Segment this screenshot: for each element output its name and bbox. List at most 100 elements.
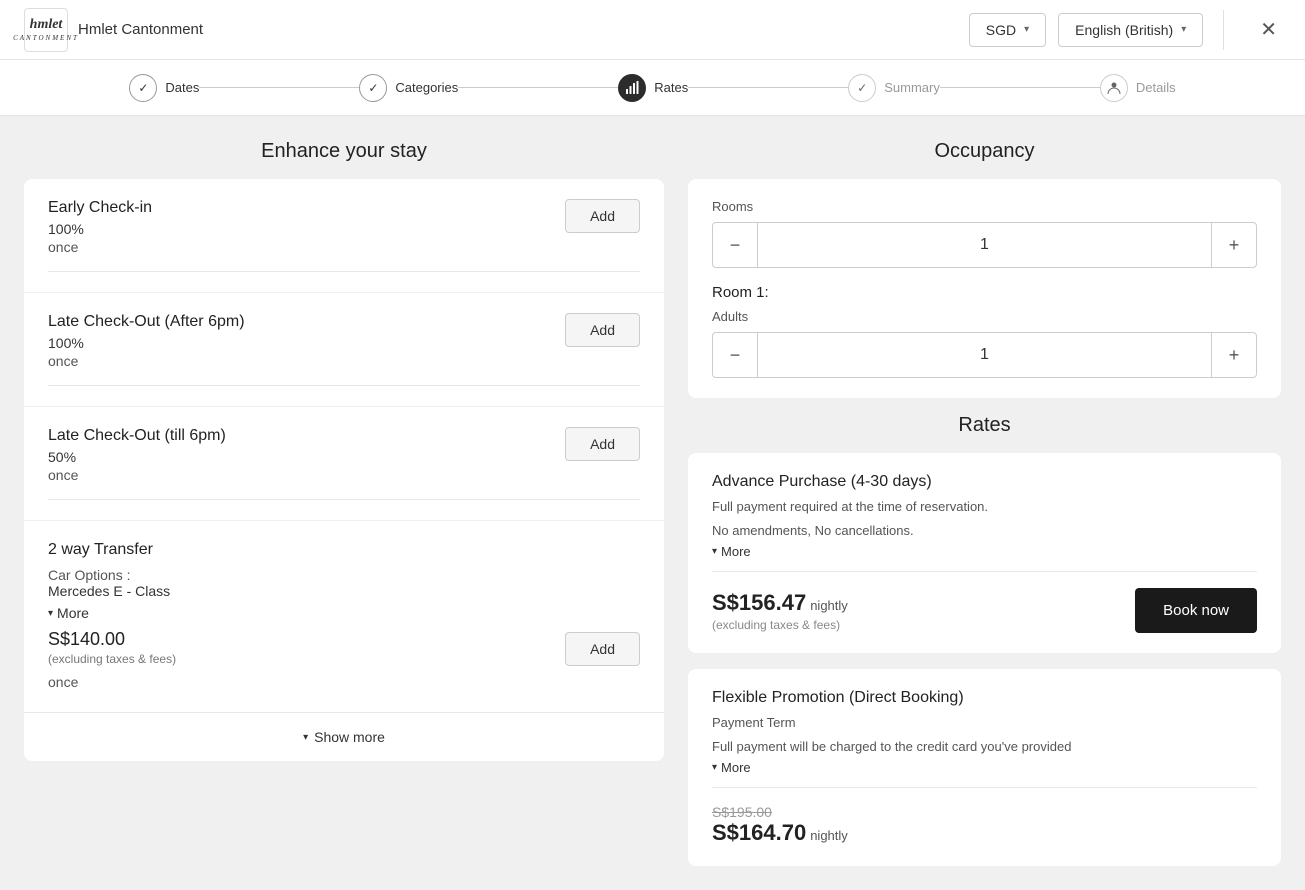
step-dates-label: Dates [165, 80, 199, 95]
addon-transfer-car-label: Car Options : [48, 567, 176, 583]
step-rates[interactable]: Rates [618, 74, 688, 102]
step-summary-label: Summary [884, 80, 940, 95]
step-details-label: Details [1136, 80, 1176, 95]
addon-late-checkout-till-info: Late Check-Out (till 6pm) 50% once [48, 427, 226, 483]
addon-transfer: 2 way Transfer Car Options : Mercedes E … [24, 521, 664, 712]
step-dates[interactable]: ✓ Dates [129, 74, 199, 102]
rate1-book-button[interactable]: Book now [1135, 588, 1257, 633]
rooms-value: 1 [757, 223, 1212, 267]
addon-early-checkin-frequency: once [48, 239, 152, 255]
header-title: Hmlet Cantonment [78, 21, 203, 38]
rate-card-2: Flexible Promotion (Direct Booking) Paym… [688, 669, 1281, 866]
language-chevron-icon: ▾ [1181, 24, 1186, 35]
rates-title: Rates [688, 414, 1281, 437]
addon-late-checkout-till-header: Late Check-Out (till 6pm) 50% once Add [48, 427, 640, 483]
rate-card-1: Advance Purchase (4-30 days) Full paymen… [688, 453, 1281, 653]
currency-dropdown[interactable]: SGD ▾ [969, 13, 1046, 47]
rate1-name: Advance Purchase (4-30 days) [712, 473, 1257, 491]
rate1-more-label: More [721, 544, 751, 559]
rooms-increment-button[interactable]: + [1212, 223, 1256, 267]
rate2-more[interactable]: ▾ More [712, 760, 1257, 775]
rate1-divider [712, 571, 1257, 572]
occupancy-card: Rooms − 1 + Room 1: Adults − 1 + [688, 179, 1281, 398]
step-dates-icon: ✓ [129, 74, 157, 102]
progress-bar: ✓ Dates ✓ Categories Rates ✓ Summary [0, 60, 1305, 116]
addon-early-checkin-add-button[interactable]: Add [565, 199, 640, 233]
addon-late-checkout-till-divider [48, 499, 640, 500]
addon-transfer-info: 2 way Transfer Car Options : Mercedes E … [48, 541, 176, 666]
addon-late-checkout-after-info: Late Check-Out (After 6pm) 100% once [48, 313, 245, 369]
header-controls: SGD ▾ English (British) ▾ ✕ [969, 10, 1281, 50]
addon-late-checkout-till-price-row: 50% once [48, 449, 226, 483]
addon-early-checkin-divider [48, 271, 640, 272]
rate1-price-row: S$156.47 nightly (excluding taxes & fees… [712, 588, 1257, 633]
addon-early-checkin-price: 100% [48, 221, 152, 237]
rate1-desc1: Full payment required at the time of res… [712, 497, 1257, 517]
addon-late-checkout-till-price: 50% [48, 449, 226, 465]
header-divider [1223, 10, 1224, 50]
rooms-counter: − 1 + [712, 222, 1257, 268]
step-line-2 [458, 87, 618, 88]
language-value: English (British) [1075, 22, 1173, 38]
step-summary[interactable]: ✓ Summary [848, 74, 940, 102]
addon-late-checkout-after-header: Late Check-Out (After 6pm) 100% once Add [48, 313, 640, 369]
rate2-desc1: Payment Term [712, 713, 1257, 733]
rate1-price-value: S$156.47 [712, 590, 806, 616]
step-categories[interactable]: ✓ Categories [359, 74, 458, 102]
adults-increment-button[interactable]: + [1212, 333, 1256, 377]
addon-late-checkout-after-add-button[interactable]: Add [565, 313, 640, 347]
addon-late-checkout-after-price-row: 100% once [48, 335, 245, 369]
addon-transfer-right: Add [565, 572, 640, 666]
addon-early-checkin-price-row: 100% once [48, 221, 152, 255]
enhance-title: Enhance your stay [24, 140, 664, 163]
addon-transfer-price: S$140.00 [48, 629, 176, 650]
header: hmlet CANTONMENT Hmlet Cantonment SGD ▾ … [0, 0, 1305, 60]
logo-sub: CANTONMENT [13, 34, 79, 42]
addon-early-checkin-name: Early Check-in [48, 199, 152, 217]
rate2-price-block: S$195.00 S$164.70 nightly [712, 804, 848, 846]
rate2-chevron-icon: ▾ [712, 762, 717, 773]
step-line-1 [199, 87, 359, 88]
addon-late-checkout-till-name: Late Check-Out (till 6pm) [48, 427, 226, 445]
close-button[interactable]: ✕ [1256, 13, 1281, 46]
addon-transfer-frequency: once [48, 674, 78, 690]
show-more-label: Show more [314, 729, 385, 745]
rate2-price-value: S$164.70 [712, 820, 806, 846]
rate2-discounted: S$164.70 nightly [712, 820, 848, 846]
addon-transfer-add-button[interactable]: Add [565, 632, 640, 666]
rate2-original-price: S$195.00 [712, 804, 848, 820]
show-more-row[interactable]: ▾ Show more [24, 712, 664, 761]
rate1-chevron-icon: ▾ [712, 546, 717, 557]
rate1-nightly: nightly [810, 598, 848, 613]
adults-counter: − 1 + [712, 332, 1257, 378]
addon-late-checkout-after-divider [48, 385, 640, 386]
addon-late-checkout-till-add-button[interactable]: Add [565, 427, 640, 461]
addon-late-checkout-till-frequency: once [48, 467, 226, 483]
addon-late-checkout-after: Late Check-Out (After 6pm) 100% once Add [24, 293, 664, 406]
rate1-price-block: S$156.47 nightly (excluding taxes & fees… [712, 590, 848, 632]
currency-chevron-icon: ▾ [1024, 24, 1029, 35]
addon-late-checkout-after-price: 100% [48, 335, 245, 351]
addon-transfer-name: 2 way Transfer [48, 541, 176, 559]
logo-area: hmlet CANTONMENT Hmlet Cantonment [24, 8, 203, 52]
step-categories-icon: ✓ [359, 74, 387, 102]
chevron-down-icon: ▾ [48, 608, 53, 619]
step-details[interactable]: Details [1100, 74, 1176, 102]
main-content: Enhance your stay Early Check-in 100% on… [0, 116, 1305, 890]
step-details-icon [1100, 74, 1128, 102]
room1-title: Room 1: [712, 284, 1257, 301]
addon-transfer-more[interactable]: ▾ More [48, 605, 176, 621]
rooms-decrement-button[interactable]: − [713, 223, 757, 267]
rate1-amount: S$156.47 nightly [712, 590, 848, 616]
language-dropdown[interactable]: English (British) ▾ [1058, 13, 1203, 47]
logo-top: hmlet [30, 17, 63, 34]
rate1-excl-taxes: (excluding taxes & fees) [712, 618, 848, 632]
adults-decrement-button[interactable]: − [713, 333, 757, 377]
rooms-label: Rooms [712, 199, 1257, 214]
occupancy-title: Occupancy [688, 140, 1281, 163]
step-rates-label: Rates [654, 80, 688, 95]
rate2-name: Flexible Promotion (Direct Booking) [712, 689, 1257, 707]
addon-late-checkout-after-frequency: once [48, 353, 245, 369]
rate2-desc2: Full payment will be charged to the cred… [712, 737, 1257, 757]
rate1-more[interactable]: ▾ More [712, 544, 1257, 559]
